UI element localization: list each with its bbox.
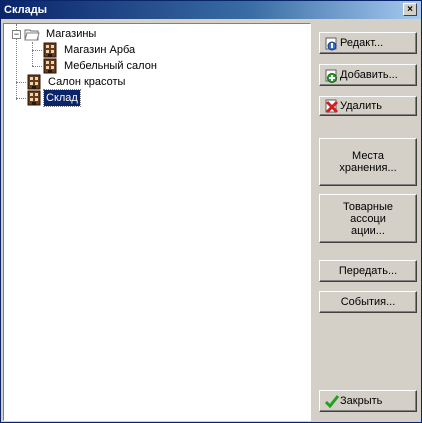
warehouses-dialog: Склады × − Магазины Магазин Арба Мебельн… — [0, 0, 422, 423]
events-button-label: События... — [340, 296, 396, 308]
transfer-button[interactable]: Передать... — [319, 260, 417, 282]
close-button[interactable]: Закрыть — [319, 390, 417, 412]
close-icon: × — [407, 4, 413, 15]
checkmark-icon — [324, 395, 340, 409]
tree-connector — [32, 42, 33, 66]
transfer-button-label: Передать... — [338, 265, 398, 277]
close-button-label: Закрыть — [340, 395, 383, 407]
storage-places-button[interactable]: Места хранения... — [319, 138, 417, 186]
product-associations-button[interactable]: Товарные ассоци ации... — [319, 194, 417, 243]
product-associations-label: Товарные ассоци ации... — [342, 200, 394, 237]
add-icon — [325, 69, 337, 83]
tree-connector — [16, 82, 26, 83]
tree-node-label: Мебельный салон — [64, 60, 157, 72]
edit-button-label: Редакт... — [340, 37, 384, 49]
warehouse-icon — [27, 90, 41, 106]
tree-connector — [32, 66, 42, 67]
title-bar[interactable]: Склады × — [1, 1, 421, 19]
delete-icon — [325, 99, 339, 114]
edit-button[interactable]: Редакт... — [319, 32, 417, 54]
window-title: Склады — [4, 4, 48, 16]
delete-button[interactable]: Удалить — [319, 96, 417, 116]
collapse-icon[interactable]: − — [12, 30, 21, 39]
tree-connector — [16, 98, 26, 99]
add-button-label: Добавить... — [340, 69, 398, 81]
warehouse-tree[interactable]: − Магазины Магазин Арба Мебельный салон … — [3, 23, 311, 421]
events-button[interactable]: События... — [319, 291, 417, 313]
tree-connector — [32, 50, 42, 51]
edit-icon — [325, 37, 337, 51]
tree-node-label: Салон красоты — [48, 76, 126, 88]
storage-places-label: Места хранения... — [339, 150, 397, 174]
warehouse-icon — [43, 58, 57, 74]
delete-button-label: Удалить — [340, 100, 382, 112]
tree-node-label: Магазины — [46, 28, 97, 40]
tree-node-label: Склад — [43, 89, 81, 107]
close-window-button[interactable]: × — [403, 3, 417, 16]
warehouse-icon — [27, 74, 41, 90]
add-button[interactable]: Добавить... — [319, 64, 417, 86]
tree-node-label: Магазин Арба — [64, 44, 136, 56]
warehouse-icon — [43, 42, 57, 58]
open-folder-icon — [24, 29, 40, 41]
